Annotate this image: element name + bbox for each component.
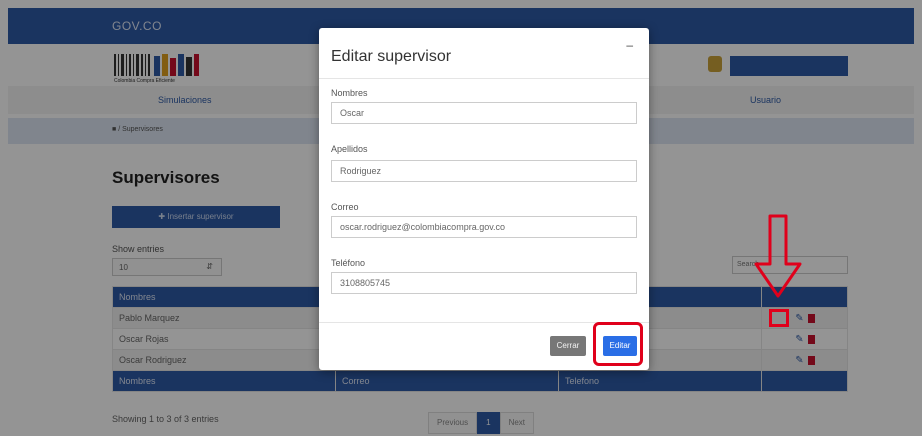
highlight-editar-button: [593, 322, 643, 366]
label-apellidos: Apellidos: [331, 144, 368, 154]
nombres-field[interactable]: [331, 102, 637, 124]
edit-supervisor-modal: Editar supervisor – Nombres Apellidos Co…: [319, 28, 649, 370]
apellidos-field[interactable]: [331, 160, 637, 182]
correo-field[interactable]: [331, 216, 637, 238]
telefono-field[interactable]: [331, 272, 637, 294]
highlight-edit-icon: [769, 309, 789, 327]
cerrar-button[interactable]: Cerrar: [550, 336, 586, 356]
label-correo: Correo: [331, 202, 359, 212]
red-arrow-down: [754, 214, 802, 298]
label-nombres: Nombres: [331, 88, 368, 98]
modal-title: Editar supervisor: [331, 48, 452, 65]
modal-header-divider: [319, 78, 649, 79]
close-icon[interactable]: –: [626, 38, 633, 52]
label-telefono: Teléfono: [331, 258, 366, 268]
